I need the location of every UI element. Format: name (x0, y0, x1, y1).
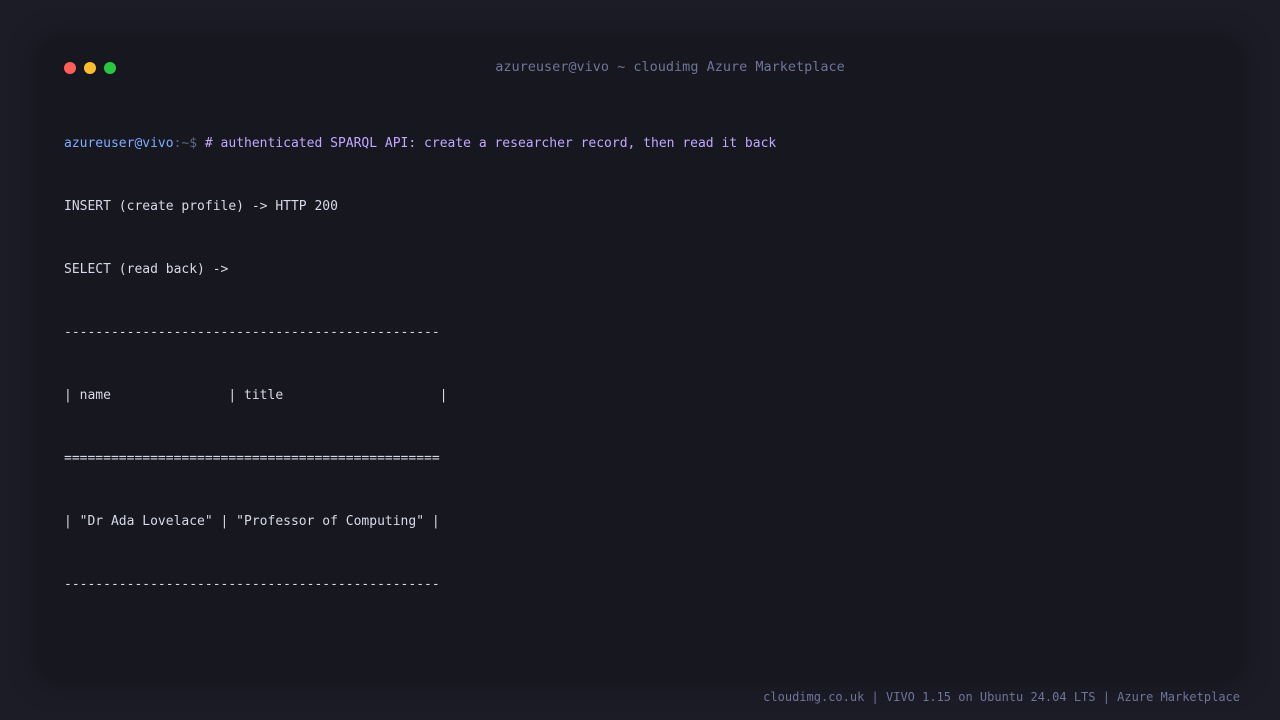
command-text: # authenticated SPARQL API: create a res… (204, 136, 777, 151)
table-row: | "Dr Ada Lovelace" | "Professor of Comp… (64, 514, 440, 529)
terminal-output[interactable]: azureuser@vivo:~$ # authenticated SPARQL… (64, 91, 776, 637)
prompt-path: :~$ (173, 136, 205, 151)
table-header-separator: ========================================… (64, 451, 440, 466)
output-line-insert-status: INSERT (create profile) -> HTTP 200 (64, 199, 338, 214)
terminal-window: azureuser@vivo ~ cloudimg Azure Marketpl… (40, 40, 1240, 680)
command-line: azureuser@vivo:~$ # authenticated SPARQL… (64, 133, 776, 154)
table-header-row: | name | title | (64, 388, 448, 403)
window-title: azureuser@vivo ~ cloudimg Azure Marketpl… (495, 59, 845, 75)
output-line-select-header: SELECT (read back) -> (64, 262, 229, 277)
table-top-border: ----------------------------------------… (64, 325, 440, 340)
title-bar: azureuser@vivo ~ cloudimg Azure Marketpl… (40, 40, 1240, 96)
prompt-user: azureuser@vivo (64, 136, 174, 151)
table-bottom-border: ----------------------------------------… (64, 577, 440, 592)
footer-status-text: cloudimg.co.uk | VIVO 1.15 on Ubuntu 24.… (763, 690, 1240, 704)
